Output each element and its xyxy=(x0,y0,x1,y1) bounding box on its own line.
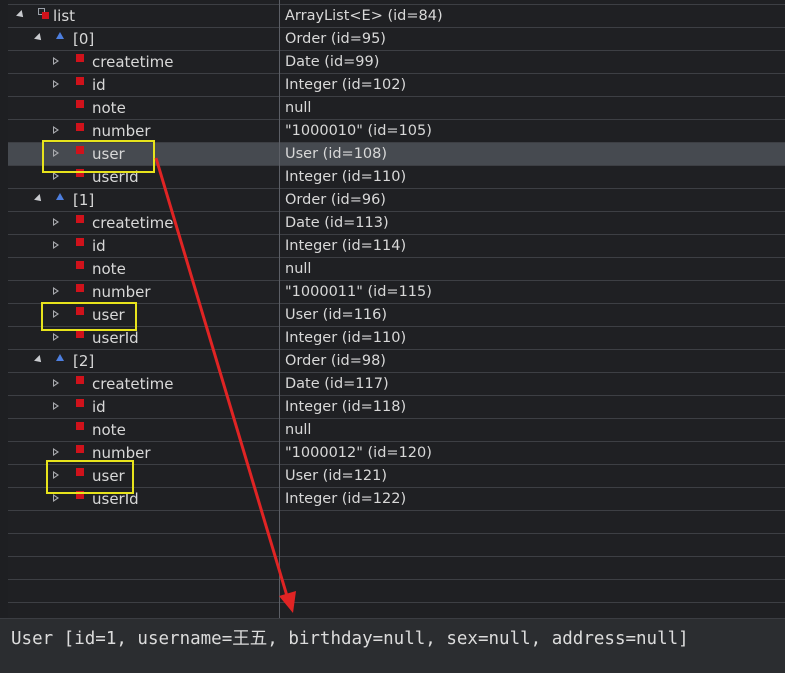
variable-value: ArrayList<E> (id=84) xyxy=(285,8,443,24)
variable-value: User (id=108) xyxy=(285,146,388,162)
annotation-highlight-box xyxy=(42,140,155,173)
collapsed-arrow-icon[interactable] xyxy=(53,402,59,410)
array-element-icon xyxy=(56,193,64,200)
variable-name: id xyxy=(92,398,106,416)
variable-value: Order (id=95) xyxy=(285,31,386,47)
field-icon xyxy=(76,445,84,453)
expanded-arrow-icon[interactable] xyxy=(16,10,26,20)
detail-pane[interactable]: User [id=1, username=王五, birthday=null, … xyxy=(0,618,785,673)
empty-row xyxy=(8,534,785,557)
collapsed-arrow-icon[interactable] xyxy=(53,333,59,341)
tree-row-field[interactable]: id Integer (id=118) xyxy=(8,396,785,419)
variable-value: Date (id=117) xyxy=(285,376,389,392)
field-icon xyxy=(76,284,84,292)
variable-value: Integer (id=102) xyxy=(285,77,407,93)
collapsed-arrow-icon[interactable] xyxy=(53,172,59,180)
column-divider[interactable] xyxy=(279,0,280,618)
variable-name: list xyxy=(53,7,76,25)
collapsed-arrow-icon[interactable] xyxy=(53,218,59,226)
variable-name: createtime xyxy=(92,214,174,232)
variable-value: Date (id=113) xyxy=(285,215,389,231)
variable-name: note xyxy=(92,421,126,439)
tree-row-field[interactable]: note null xyxy=(8,258,785,281)
tree-row-field[interactable]: note null xyxy=(8,97,785,120)
empty-row xyxy=(8,580,785,603)
expanded-arrow-icon[interactable] xyxy=(34,355,44,365)
tree-row-field[interactable]: id Integer (id=102) xyxy=(8,74,785,97)
field-icon xyxy=(76,215,84,223)
variable-name: note xyxy=(92,99,126,117)
field-icon xyxy=(76,123,84,131)
variable-name: createtime xyxy=(92,375,174,393)
collapsed-arrow-icon[interactable] xyxy=(53,448,59,456)
field-icon xyxy=(76,422,84,430)
empty-row xyxy=(8,511,785,534)
variable-name: [0] xyxy=(73,30,95,48)
variable-value: Integer (id=110) xyxy=(285,330,407,346)
debug-variables-view: list ArrayList<E> (id=84) [0] Order (id=… xyxy=(0,0,785,673)
variable-value: null xyxy=(285,261,312,277)
collapsed-arrow-icon[interactable] xyxy=(53,494,59,502)
detail-value-text: User [id=1, username=王五, birthday=null, … xyxy=(11,629,689,649)
variable-name: [2] xyxy=(73,352,95,370)
field-icon xyxy=(76,54,84,62)
expanded-arrow-icon[interactable] xyxy=(34,194,44,204)
collapsed-arrow-icon[interactable] xyxy=(53,126,59,134)
annotation-highlight-box xyxy=(46,460,134,494)
variable-value: User (id=116) xyxy=(285,307,388,323)
field-icon xyxy=(76,330,84,338)
array-element-icon xyxy=(56,32,64,39)
variable-value: "1000010" (id=105) xyxy=(285,123,432,139)
variable-value: "1000012" (id=120) xyxy=(285,445,432,461)
tree-row-field[interactable]: createtime Date (id=117) xyxy=(8,373,785,396)
variable-name: number xyxy=(92,283,151,301)
variable-name: id xyxy=(92,237,106,255)
tree-row-field[interactable]: createtime Date (id=113) xyxy=(8,212,785,235)
variable-name: [1] xyxy=(73,191,95,209)
tree-row-field[interactable]: createtime Date (id=99) xyxy=(8,51,785,74)
collapsed-arrow-icon[interactable] xyxy=(53,379,59,387)
variable-value: Order (id=98) xyxy=(285,353,386,369)
empty-row xyxy=(8,557,785,580)
field-icon xyxy=(76,399,84,407)
variable-name: id xyxy=(92,76,106,94)
collapsed-arrow-icon[interactable] xyxy=(53,57,59,65)
variable-name: number xyxy=(92,122,151,140)
tree-row-list[interactable]: list ArrayList<E> (id=84) xyxy=(8,5,785,28)
collapsed-arrow-icon[interactable] xyxy=(53,241,59,249)
tree-row-field[interactable]: id Integer (id=114) xyxy=(8,235,785,258)
field-icon xyxy=(76,376,84,384)
annotation-highlight-box xyxy=(41,302,137,331)
variable-value: Integer (id=114) xyxy=(285,238,407,254)
variable-name: createtime xyxy=(92,53,174,71)
tree-row-element[interactable]: [1] Order (id=96) xyxy=(8,189,785,212)
field-icon xyxy=(76,100,84,108)
variable-value: Integer (id=118) xyxy=(285,399,407,415)
collapsed-arrow-icon[interactable] xyxy=(53,287,59,295)
tree-row-element[interactable]: [2] Order (id=98) xyxy=(8,350,785,373)
variable-value: Integer (id=122) xyxy=(285,491,407,507)
variable-value: User (id=121) xyxy=(285,468,388,484)
variable-value: null xyxy=(285,100,312,116)
variable-value: null xyxy=(285,422,312,438)
variable-value: Order (id=96) xyxy=(285,192,386,208)
tree-row-field[interactable]: number "1000011" (id=115) xyxy=(8,281,785,304)
tree-row-element[interactable]: [0] Order (id=95) xyxy=(8,28,785,51)
variable-value: Date (id=99) xyxy=(285,54,380,70)
field-icon xyxy=(76,77,84,85)
field-icon xyxy=(76,238,84,246)
expanded-arrow-icon[interactable] xyxy=(34,33,44,43)
array-element-icon xyxy=(56,354,64,361)
tree-row-field[interactable]: note null xyxy=(8,419,785,442)
list-icon xyxy=(38,8,49,19)
variable-name: note xyxy=(92,260,126,278)
field-icon xyxy=(76,261,84,269)
variable-value: Integer (id=110) xyxy=(285,169,407,185)
variable-value: "1000011" (id=115) xyxy=(285,284,432,300)
collapsed-arrow-icon[interactable] xyxy=(53,80,59,88)
